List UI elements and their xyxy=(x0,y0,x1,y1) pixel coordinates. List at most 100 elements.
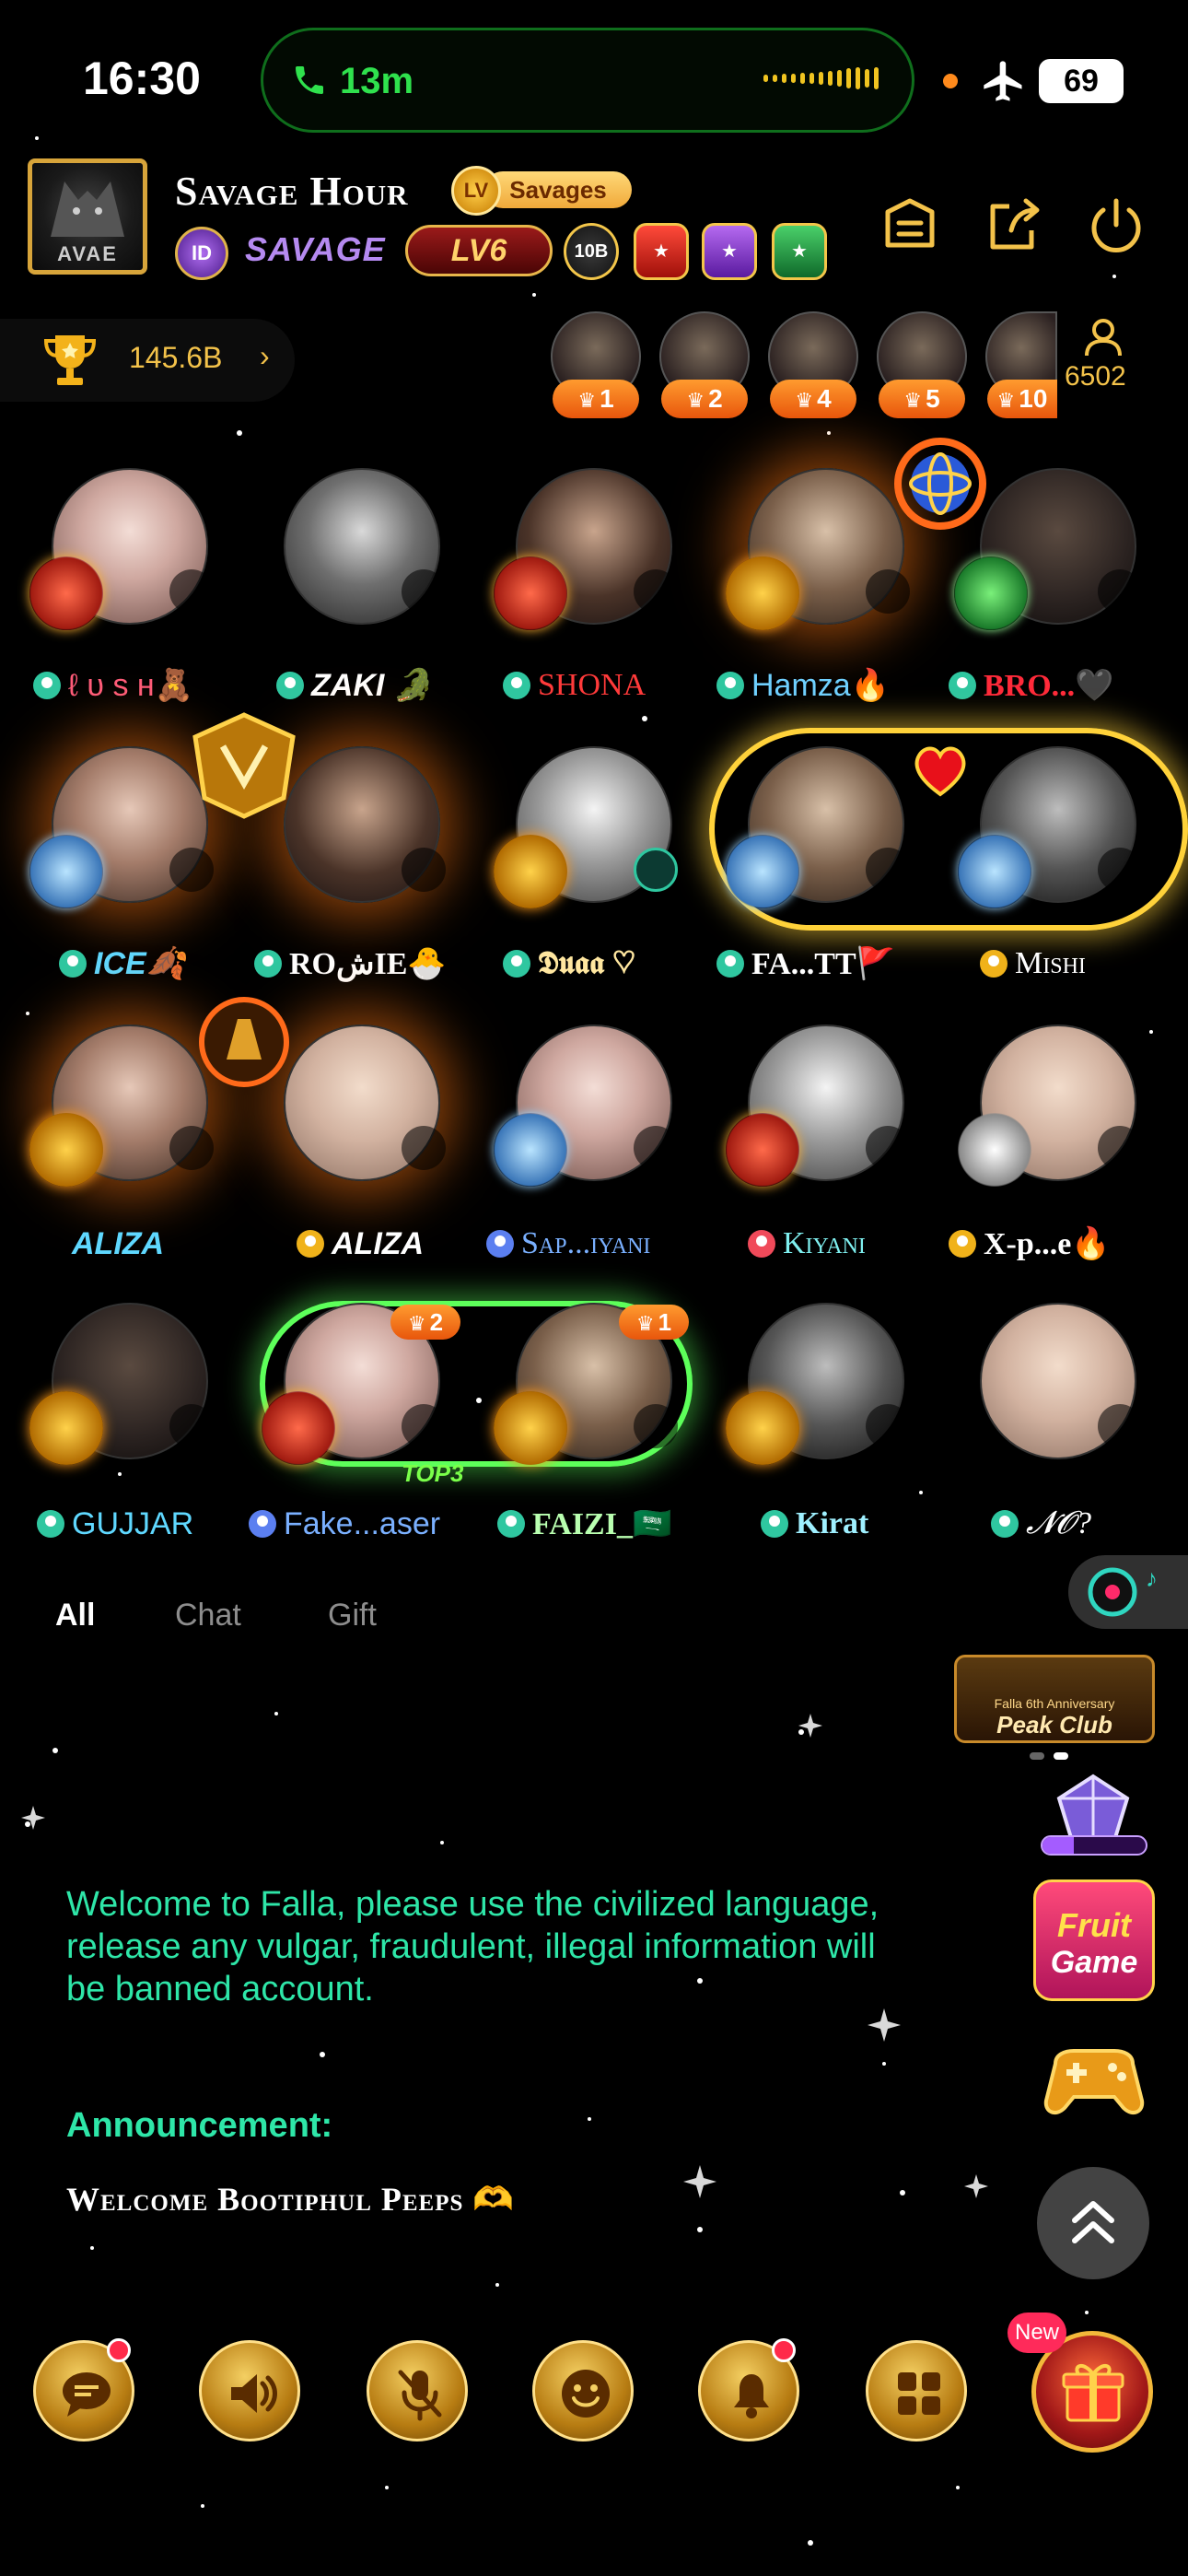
double-chevron-up-icon xyxy=(1072,2201,1114,2243)
seat-name[interactable]: GUJJAR xyxy=(37,1502,193,1546)
family-level-shield: LV xyxy=(451,166,501,216)
mic-muted-icon xyxy=(866,1404,910,1448)
seat-name[interactable]: X-p...e🔥 xyxy=(949,1222,1111,1266)
active-call-pill[interactable]: 13m xyxy=(261,28,914,133)
avatar-frame-badge xyxy=(494,1113,567,1187)
red-shield-badge: ★ xyxy=(634,223,689,280)
seat-name[interactable]: SHONA xyxy=(503,663,646,708)
mic-muted-icon xyxy=(866,848,910,892)
notification-unread-dot xyxy=(772,2338,796,2362)
tab-chat[interactable]: Chat xyxy=(175,1598,241,1633)
avatar-frame-badge xyxy=(29,1113,103,1187)
status-time: 16:30 xyxy=(83,53,201,104)
fruit-game-button[interactable]: Fruit Game xyxy=(1033,1879,1155,2001)
contribution-arrow: › xyxy=(260,339,270,372)
announcement-title: Announcement: xyxy=(66,2106,333,2145)
id-badge: ID xyxy=(175,227,228,280)
seat-name[interactable]: Mishi xyxy=(980,942,1086,986)
owner-tag: SAVAGE xyxy=(245,230,386,268)
seat-name[interactable]: Fake...aser xyxy=(249,1502,440,1546)
room-menu-icon[interactable] xyxy=(875,190,945,260)
mic-muted-icon xyxy=(402,1126,446,1170)
viewers-count: 6502 xyxy=(1065,361,1126,392)
mic-muted-icon xyxy=(169,569,214,614)
family-badge-label: Savages xyxy=(484,171,632,208)
chat-icon xyxy=(63,2372,111,2417)
purple-shield-badge: ★ xyxy=(702,223,757,280)
cp-crest-effect-icon xyxy=(192,712,296,819)
gamepad-icon[interactable] xyxy=(1037,2036,1151,2119)
mic-muted-icon xyxy=(1098,1404,1142,1448)
seat-name[interactable]: Kirat xyxy=(761,1502,868,1546)
top-fan-rank: ♛ 10 xyxy=(987,380,1057,418)
green-shield-badge: ★ xyxy=(772,223,827,280)
speaker-button[interactable] xyxy=(199,2340,300,2441)
couple-rank-badge: ♛ 2 xyxy=(390,1305,460,1340)
airplane-icon xyxy=(984,61,1022,101)
seat-name[interactable]: 𝕯𝖚𝖆𝖆 ♡ xyxy=(503,942,636,986)
heart-icon xyxy=(914,746,966,797)
avatar-frame-badge xyxy=(726,835,799,908)
mic-muted-icon xyxy=(169,1404,214,1448)
top-fan-rank: ♛ 2 xyxy=(661,380,748,418)
avatar-frame-badge xyxy=(954,556,1028,630)
avatar-frame-badge xyxy=(29,556,103,630)
scroll-to-top-button[interactable] xyxy=(1037,2167,1149,2279)
event-banner-subtitle: Falla 6th Anniversary xyxy=(994,1696,1115,1711)
avatar-frame-badge xyxy=(726,1113,799,1187)
seat-name[interactable]: 𝓝𝓞? xyxy=(991,1502,1091,1546)
reward-progress-bar xyxy=(1041,1835,1147,1856)
power-exit-icon[interactable] xyxy=(1081,190,1151,260)
seat-name[interactable]: Hamza🔥 xyxy=(716,663,890,708)
event-banner[interactable]: Falla 6th Anniversary Peak Club xyxy=(954,1655,1155,1743)
seat-name[interactable]: ALIZA xyxy=(72,1222,164,1266)
emoji-icon xyxy=(562,2370,610,2418)
seat-name[interactable]: Sap...iyani xyxy=(486,1222,650,1266)
avatar-frame-badge xyxy=(494,1391,567,1465)
couple-rank-badge: ♛ 1 xyxy=(619,1305,689,1340)
room-title: Savage Hour xyxy=(175,169,409,214)
seat-name[interactable]: ICE🍂 xyxy=(59,942,185,986)
mic-muted-icon xyxy=(866,1126,910,1170)
mic-muted-icon xyxy=(402,1404,446,1448)
room-avatar[interactable]: AVAE xyxy=(28,158,147,275)
audio-waveform-icon xyxy=(763,67,879,89)
event-banner-title: Peak Club xyxy=(996,1711,1112,1739)
call-duration: 13m xyxy=(340,61,414,101)
gift-box-icon xyxy=(1062,2364,1124,2422)
seat-name[interactable]: ZAKI 🐊 xyxy=(276,663,432,708)
speaker-icon xyxy=(231,2374,277,2413)
tab-all[interactable]: All xyxy=(55,1598,95,1633)
bell-icon xyxy=(734,2374,769,2418)
contribution-value: 145.6B xyxy=(129,341,223,374)
fruit-game-label-line2: Game xyxy=(1050,1945,1138,1980)
more-apps-button[interactable] xyxy=(866,2340,967,2441)
mic-muted-icon xyxy=(634,1126,678,1170)
top-fan-rank: ♛ 1 xyxy=(553,380,639,418)
seat-name[interactable]: FAIZI_🇸🇦 xyxy=(497,1502,671,1546)
family-badge[interactable]: Savages LV xyxy=(451,166,635,216)
new-badge: New xyxy=(1007,2313,1066,2353)
seat-name[interactable]: BRO...🖤 xyxy=(949,663,1114,708)
seat-name[interactable]: ALIZA xyxy=(297,1222,424,1266)
emoji-button[interactable] xyxy=(532,2340,634,2441)
music-player-button[interactable]: ♪ xyxy=(1068,1555,1188,1629)
tab-gift[interactable]: Gift xyxy=(328,1598,377,1633)
top3-label: TOP3 xyxy=(402,1459,464,1487)
seat-name[interactable]: Kiyani xyxy=(748,1222,866,1266)
top-fan-rank: ♛ 4 xyxy=(770,380,856,418)
mic-muted-icon xyxy=(402,848,446,892)
hands-cp-effect-icon xyxy=(199,997,289,1087)
seat-name[interactable]: ROشIE🐣 xyxy=(254,942,447,986)
room-level-badge: LV6 xyxy=(405,225,553,276)
microphone-button[interactable] xyxy=(367,2340,468,2441)
wolf-logo-icon xyxy=(51,181,124,237)
avatar-frame-badge xyxy=(494,556,567,630)
system-welcome-message: Welcome to Falla, please use the civiliz… xyxy=(66,1885,879,2008)
seat-name[interactable]: FA...TT🚩 xyxy=(716,942,895,986)
seat-name[interactable]: ℓ υ ѕ н🧸 xyxy=(33,663,193,708)
trophy-icon xyxy=(43,335,97,385)
music-note-icon: ♪ xyxy=(1146,1564,1158,1592)
viewers-icon[interactable] xyxy=(1083,317,1124,357)
share-icon[interactable] xyxy=(978,190,1048,260)
